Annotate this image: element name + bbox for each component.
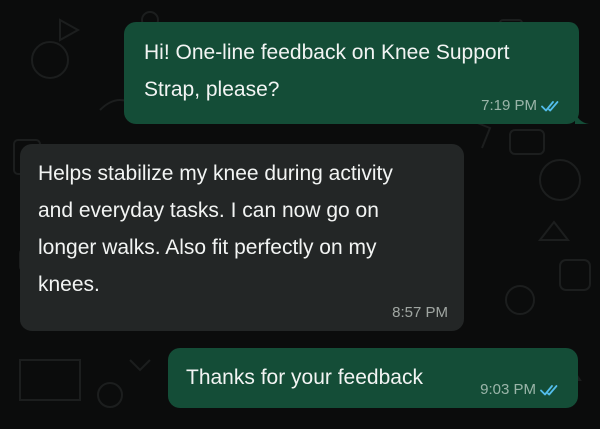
message-meta: 8:57 PM <box>392 304 448 322</box>
message-meta: 9:03 PM <box>480 381 562 399</box>
double-check-read-icon <box>540 385 558 396</box>
message-text: Helps stabilize my knee during activity … <box>38 162 393 296</box>
message-bubble-incoming[interactable]: Helps stabilize my knee during activity … <box>20 144 464 331</box>
message-time: 7:19 PM <box>481 97 537 114</box>
double-check-read-icon <box>541 101 559 112</box>
message-time: 8:57 PM <box>392 304 448 321</box>
message-meta: 7:19 PM <box>481 97 563 115</box>
message-bubble-outgoing[interactable]: Hi! One-line feedback on Knee Support St… <box>124 22 589 124</box>
message-bubble-outgoing[interactable]: Thanks for your feedback 9:03 PM <box>168 348 578 408</box>
bubble-tail <box>575 110 589 124</box>
message-time: 9:03 PM <box>480 381 536 398</box>
